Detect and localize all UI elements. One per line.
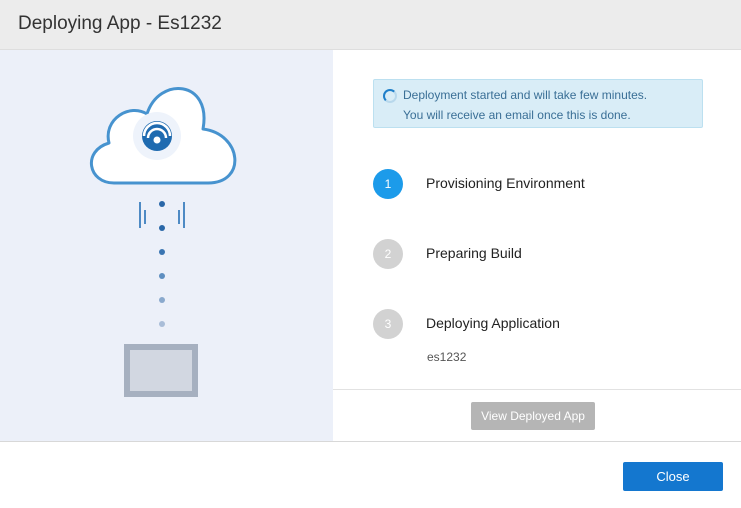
deployment-info-alert: Deployment started and will take few min… <box>373 79 703 128</box>
view-deployed-app-button[interactable]: View Deployed App <box>471 402 595 430</box>
deploy-status-panel: Deployment started and will take few min… <box>333 50 741 441</box>
dialog-footer: Close <box>0 441 741 508</box>
loading-spinner-icon <box>383 89 397 103</box>
server-icon <box>124 344 198 397</box>
info-message-line-1: Deployment started and will take few min… <box>403 88 648 102</box>
close-button[interactable]: Close <box>623 462 723 491</box>
step-number-badge: 1 <box>373 169 403 199</box>
cloud-deploy-illustration <box>90 87 237 397</box>
step-number-badge: 2 <box>373 239 403 269</box>
info-message-line-2: You will receive an email once this is d… <box>403 108 631 122</box>
dialog-header: Deploying App - Es1232 <box>0 0 741 50</box>
app-logo-icon <box>133 112 181 160</box>
step-label: Preparing Build <box>426 245 522 261</box>
step-label: Deploying Application <box>426 315 560 331</box>
dialog-title: Deploying App - Es1232 <box>18 13 222 34</box>
step-number-badge: 3 <box>373 309 403 339</box>
app-name-sublabel: es1232 <box>427 350 467 364</box>
progress-dots <box>159 201 165 327</box>
panel-divider <box>333 389 741 390</box>
deploy-illustration-panel <box>0 50 333 441</box>
step-label: Provisioning Environment <box>426 175 585 191</box>
